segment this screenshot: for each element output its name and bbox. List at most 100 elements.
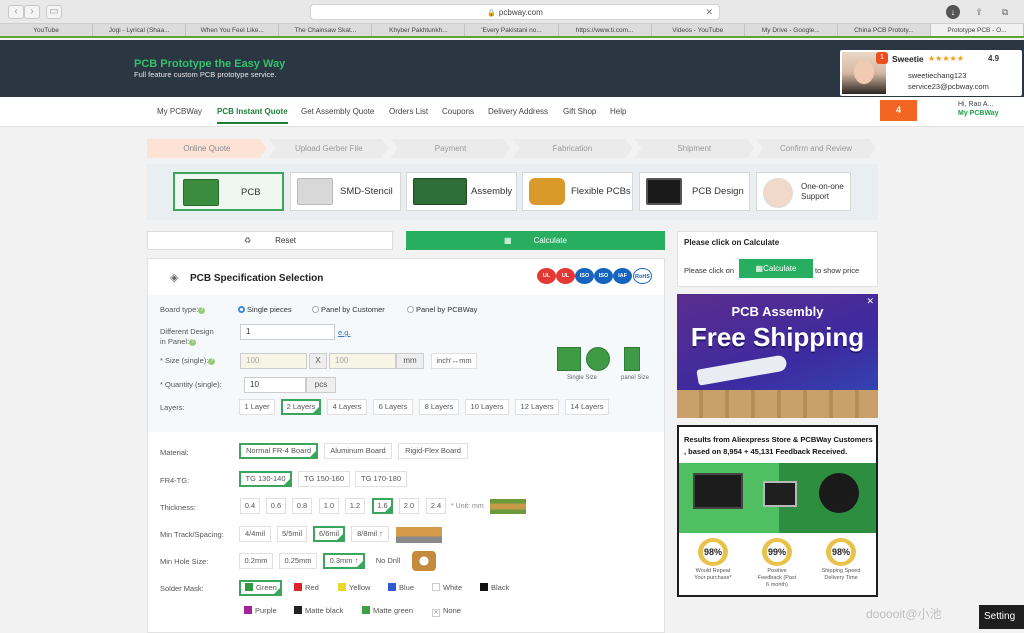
- track-option-selected[interactable]: 6/6mil: [313, 526, 345, 542]
- price-panel-text: Please click on: [684, 266, 735, 275]
- layer-option[interactable]: 10 Layers: [465, 399, 509, 415]
- browser-tab[interactable]: The Chainsaw Skat...: [279, 24, 373, 36]
- layer-option[interactable]: 8 Layers: [419, 399, 459, 415]
- clear-icon[interactable]: ✕: [705, 5, 713, 20]
- hole-option[interactable]: 0.25mm: [279, 553, 317, 569]
- solder-option[interactable]: Blue: [383, 580, 421, 596]
- account-link[interactable]: My PCBWay: [958, 110, 999, 117]
- layer-option-selected[interactable]: 2 Layers: [281, 399, 321, 415]
- nav-my-pcbway[interactable]: My PCBWay: [157, 107, 202, 116]
- nav-pcb-instant-quote[interactable]: PCB Instant Quote: [217, 107, 288, 124]
- track-option[interactable]: 5/5mil: [277, 526, 307, 542]
- browser-tab-active[interactable]: Prototype PCB - O...: [930, 24, 1024, 36]
- material-option[interactable]: Rigid-Flex Board: [398, 443, 468, 459]
- user-greeting[interactable]: Hi, Rao A...: [958, 101, 993, 108]
- forward-icon[interactable]: ›: [24, 5, 40, 19]
- tg-option-selected[interactable]: TG 130-140: [239, 471, 292, 487]
- thickness-option[interactable]: 0.4: [240, 498, 260, 514]
- hole-option[interactable]: 0.2mm: [239, 553, 273, 569]
- thickness-option[interactable]: 1.2: [345, 498, 365, 514]
- solder-option[interactable]: Purple: [239, 603, 282, 619]
- browser-tab[interactable]: YouTube: [0, 24, 94, 36]
- layer-option[interactable]: 14 Layers: [565, 399, 609, 415]
- size-height-input[interactable]: 100: [329, 353, 396, 369]
- sidebar-icon[interactable]: ▭: [46, 5, 62, 19]
- settings-overlay-button[interactable]: Setting: [979, 605, 1024, 629]
- browser-tab[interactable]: 'Every Pakistani no...: [465, 24, 559, 36]
- material-option[interactable]: Aluminum Board: [324, 443, 392, 459]
- tabs-icon[interactable]: ⧉: [998, 5, 1012, 19]
- nav-gift-shop[interactable]: Gift Shop: [563, 107, 596, 116]
- solder-option[interactable]: Matte green: [357, 603, 421, 619]
- calculator-icon: ▦: [504, 236, 512, 245]
- service-flexible-pcbs[interactable]: Flexible PCBs: [522, 172, 633, 211]
- material-option-selected[interactable]: Normal FR-4 Board: [239, 443, 318, 459]
- browser-tab[interactable]: Videos - YouTube: [652, 24, 745, 36]
- calculate-button[interactable]: ▦ Calculate: [406, 231, 665, 250]
- reset-button[interactable]: ♻ Reset: [147, 231, 393, 250]
- service-smd-stencil[interactable]: SMD-Stencil: [290, 172, 401, 211]
- service-one-on-one-support[interactable]: One-on-one Support: [756, 172, 851, 211]
- browser-toolbar: ‹ › ▭ 🔒 pcbway.com ✕ ↓ ⇪ ⧉: [0, 0, 1024, 24]
- solder-option[interactable]: Red: [289, 580, 327, 596]
- ul-cert-icon: UL: [537, 268, 556, 284]
- browser-tab[interactable]: When You Feel Like...: [186, 24, 280, 36]
- browser-tab[interactable]: Jogi - Lyrical (Shaa...: [93, 24, 187, 36]
- solder-option[interactable]: Black: [475, 580, 517, 596]
- side-calculate-button[interactable]: ▦Calculate: [739, 259, 813, 278]
- nav-delivery-address[interactable]: Delivery Address: [488, 107, 548, 116]
- support-agent-card[interactable]: 1 Sweetie ★★★★★ 4.9 sweetiechang123 serv…: [840, 50, 1022, 96]
- eg-link[interactable]: e.g.: [338, 328, 351, 337]
- no-color-icon: ✕: [432, 609, 440, 617]
- solder-option[interactable]: Yellow: [333, 580, 377, 596]
- quantity-input[interactable]: 10: [244, 377, 306, 393]
- thickness-option[interactable]: 0.6: [266, 498, 286, 514]
- track-option[interactable]: 4/4mil: [239, 526, 271, 542]
- board-type-single[interactable]: Single pieces: [238, 305, 292, 314]
- thickness-option[interactable]: 2.0: [399, 498, 419, 514]
- address-bar[interactable]: 🔒 pcbway.com ✕: [310, 4, 720, 20]
- back-icon[interactable]: ‹: [8, 5, 24, 19]
- nav-orders-list[interactable]: Orders List: [389, 107, 428, 116]
- board-type-panel-customer[interactable]: Panel by Customer: [312, 305, 385, 314]
- board-type-panel-pcbway[interactable]: Panel by PCBWay: [407, 305, 477, 314]
- nav-help[interactable]: Help: [610, 107, 626, 116]
- size-width-input[interactable]: 100: [240, 353, 307, 369]
- tg-option[interactable]: TG 150-160: [298, 471, 350, 487]
- help-icon: ?: [208, 357, 216, 365]
- solder-option[interactable]: ✕ None: [427, 603, 469, 619]
- share-icon[interactable]: ⇪: [972, 5, 986, 19]
- assembly-free-shipping-ad[interactable]: ✕ PCB Assembly Free Shipping: [677, 294, 878, 418]
- different-design-input[interactable]: 1: [240, 324, 335, 340]
- step-fabrication: Fabrication: [512, 139, 633, 158]
- track-option[interactable]: 8/8mil ↑: [351, 526, 389, 542]
- thickness-option[interactable]: 2.4: [426, 498, 446, 514]
- thickness-option-selected[interactable]: 1.6: [372, 498, 393, 514]
- hole-option[interactable]: No Drill: [371, 553, 405, 569]
- customer-feedback-ad[interactable]: Results from Aliexpress Store & PCBWay C…: [677, 425, 878, 597]
- tg-option[interactable]: TG 170-180: [355, 471, 407, 487]
- layer-option[interactable]: 4 Layers: [327, 399, 367, 415]
- layer-option[interactable]: 1 Layer: [239, 399, 275, 415]
- hole-option-selected[interactable]: 0.3mm ↑: [323, 553, 365, 569]
- cart-button[interactable]: 4: [880, 100, 917, 121]
- service-pcb-design[interactable]: PCB Design: [639, 172, 750, 211]
- browser-tab[interactable]: https://www.ti.com...: [559, 24, 652, 36]
- browser-tab[interactable]: My Drive - Google...: [745, 24, 838, 36]
- unit-convert-button[interactable]: inch'↔mm: [431, 353, 477, 369]
- solder-option[interactable]: White: [427, 580, 469, 596]
- solder-option-selected[interactable]: Green: [239, 580, 282, 596]
- single-size-caption: Single Size: [567, 375, 598, 381]
- nav-assembly-quote[interactable]: Get Assembly Quote: [301, 107, 374, 116]
- browser-tab[interactable]: Khyber Pakhtunkh...: [372, 24, 466, 36]
- layer-option[interactable]: 12 Layers: [515, 399, 559, 415]
- browser-tab[interactable]: China PCB Prototy...: [838, 24, 931, 36]
- thickness-option[interactable]: 0.8: [292, 498, 312, 514]
- solder-option[interactable]: Matte black: [289, 603, 351, 619]
- layer-option[interactable]: 6 Layers: [373, 399, 413, 415]
- download-icon[interactable]: ↓: [946, 5, 960, 19]
- thickness-option[interactable]: 1.0: [319, 498, 339, 514]
- nav-coupons[interactable]: Coupons: [442, 107, 474, 116]
- service-assembly[interactable]: Assembly: [406, 172, 517, 211]
- service-pcb[interactable]: PCB: [173, 172, 284, 211]
